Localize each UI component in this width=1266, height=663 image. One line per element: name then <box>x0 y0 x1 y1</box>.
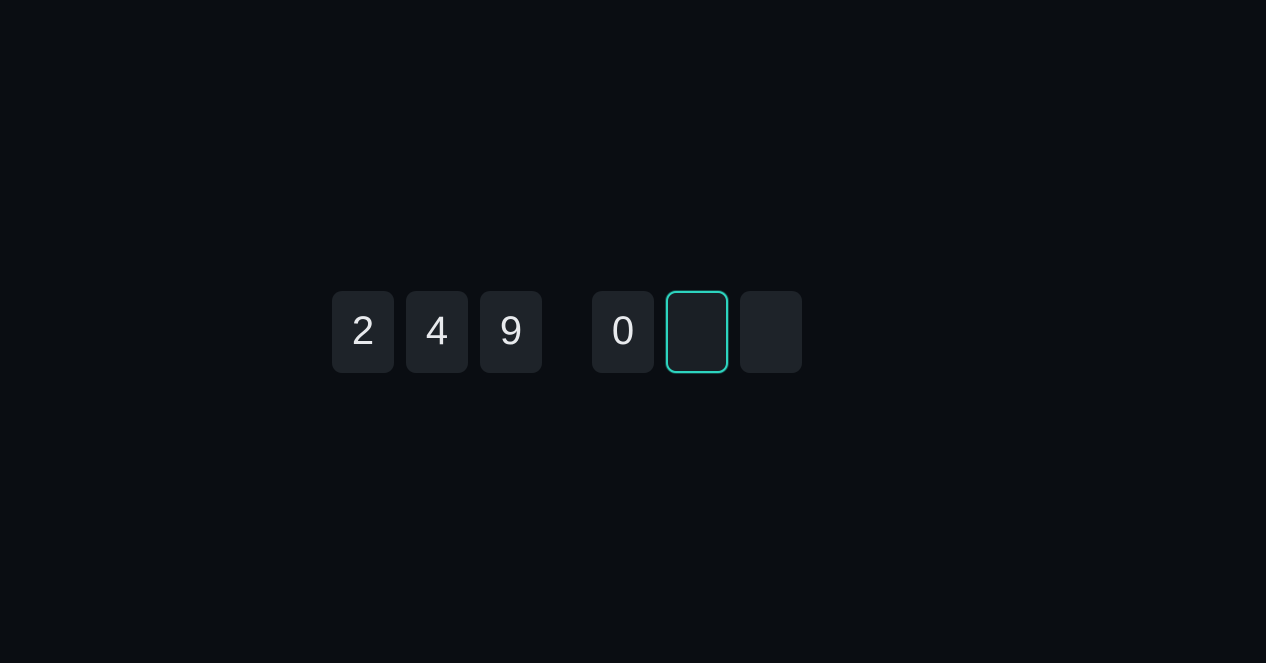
otp-slot-2[interactable] <box>406 291 468 373</box>
otp-slot-3[interactable] <box>480 291 542 373</box>
otp-slot-1[interactable] <box>332 291 394 373</box>
otp-slot-5[interactable] <box>666 291 728 373</box>
otp-group-2 <box>592 291 802 373</box>
otp-slot-4[interactable] <box>592 291 654 373</box>
otp-slot-6[interactable] <box>740 291 802 373</box>
otp-input-container <box>332 291 802 373</box>
otp-group-1 <box>332 291 542 373</box>
